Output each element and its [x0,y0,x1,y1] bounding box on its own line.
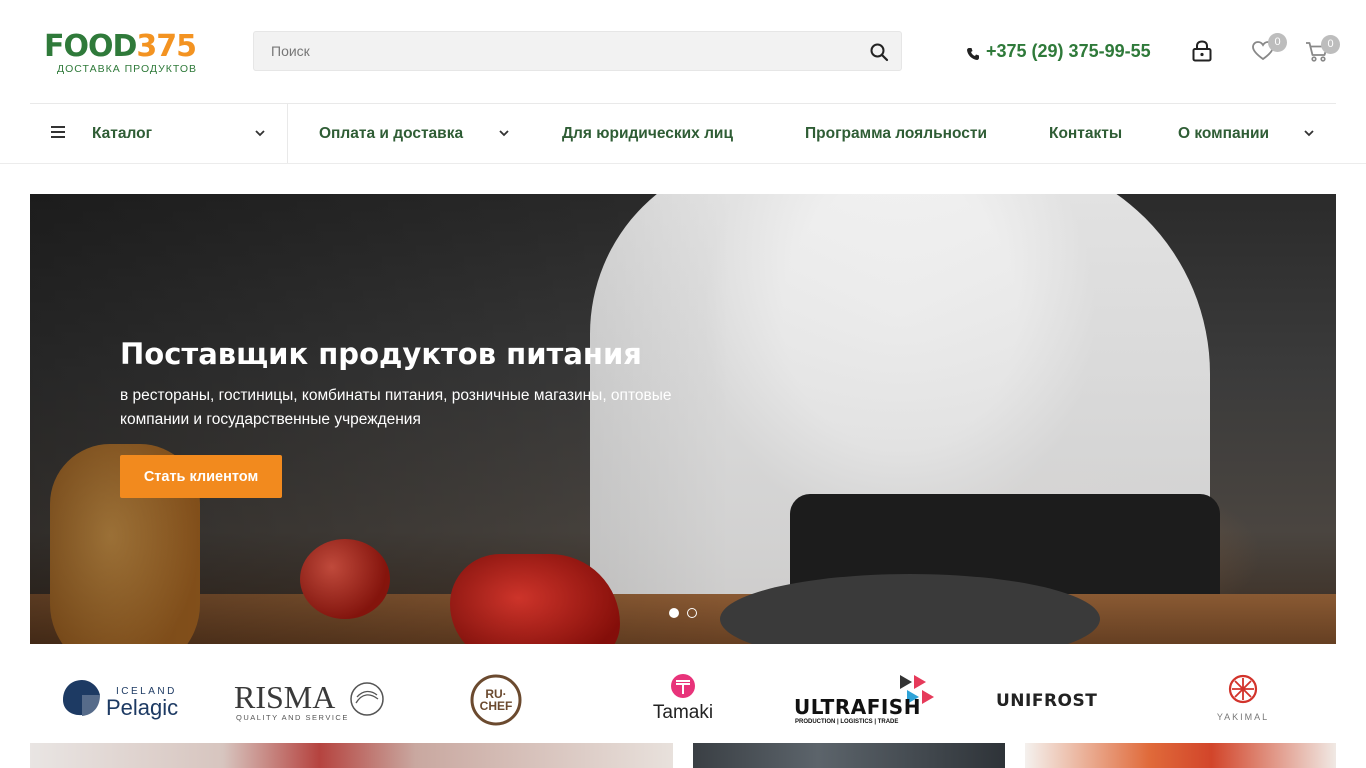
logo-text-main: FOOD [44,29,137,64]
brand-line1: UNIFROST [996,691,1097,711]
nav-item-label: О компании [1178,124,1270,142]
become-client-button[interactable]: Стать клиентом [120,455,282,498]
brand-line2: PRODUCTION | LOGISTICS | TRADE [795,719,898,725]
main-navigation: Каталог Оплата и доставка Для юридически… [30,104,1336,163]
brand-line2: QUALITY AND SERVICE [236,713,349,722]
catalog-menu-button[interactable]: Каталог [30,104,288,163]
ultrafish-logo: ULTRAFISH PRODUCTION | LOGISTICS | TRADE [794,675,934,725]
brand-unifrost[interactable]: UNIFROST [994,660,1144,740]
logo-tagline: ДОСТАВКА ПРОДУКТОВ [57,63,198,75]
brand-line2: Pelagic [106,695,178,720]
ru-chef-logo: RU· CHEF [470,674,522,726]
category-card-caviar[interactable] [1025,743,1336,768]
brand-risma[interactable]: RISMA QUALITY AND SERVICE [230,660,390,740]
slider-dot-1[interactable] [669,608,679,618]
chevron-down-icon[interactable] [499,130,509,137]
lock-icon[interactable] [1189,38,1215,64]
iceland-pelagic-logo: ICELAND Pelagic [63,680,178,720]
nav-item-label: Контакты [1049,124,1123,142]
brands-carousel: ICELAND Pelagic RISMA QUALITY AND SERVIC… [30,660,1336,740]
brand-line2: CHEF [480,699,513,713]
search-box [253,31,902,71]
burger-menu-icon [51,126,65,138]
slider-pagination [669,608,697,619]
risma-logo: RISMA QUALITY AND SERVICE [234,679,384,722]
chevron-down-icon [255,130,265,137]
unifrost-logo: UNIFROST [996,691,1097,711]
brand-iceland-pelagic[interactable]: ICELAND Pelagic [60,660,190,740]
page: FOOD375 ДОСТАВКА ПРОДУКТОВ +375 (29) 375… [0,0,1366,768]
cart-count-badge: 0 [1321,35,1340,54]
category-card-meat[interactable] [30,743,673,768]
brand-line1: YAKIMAL [1217,712,1269,722]
chevron-down-icon[interactable] [1304,130,1314,137]
tamaki-logo: Tamaki [653,674,713,723]
nav-divider [0,163,1366,164]
logo-text-number: 375 [136,29,197,64]
brand-line1: Tamaki [653,702,713,723]
nav-item-payment-delivery[interactable]: Оплата и доставка [319,104,463,163]
site-logo[interactable]: FOOD375 ДОСТАВКА ПРОДУКТОВ [44,32,209,78]
category-card-seafood[interactable] [693,743,1005,768]
nav-item-about[interactable]: О компании [1178,104,1269,163]
yakimal-logo: YAKIMAL [1217,674,1269,722]
hero-title: Поставщик продуктов питания [120,337,642,371]
nav-item-label: Программа лояльности [805,124,987,142]
logo-wordmark: FOOD375 [44,32,209,62]
brand-line1: RISMA [234,679,335,715]
site-header: FOOD375 ДОСТАВКА ПРОДУКТОВ +375 (29) 375… [0,0,1366,103]
wishlist-count-badge: 0 [1268,33,1287,52]
hero-banner: Поставщик продуктов питания в рестораны,… [30,194,1336,644]
nav-item-legal-entities[interactable]: Для юридических лиц [562,104,733,163]
search-input[interactable] [254,32,854,70]
brand-ru-chef[interactable]: RU· CHEF [466,660,526,740]
nav-item-label: Оплата и доставка [319,124,464,142]
nav-item-label: Для юридических лиц [562,124,733,142]
header-phone[interactable]: +375 (29) 375-99-55 [966,38,1151,64]
nav-item-contacts[interactable]: Контакты [1049,104,1122,163]
slider-dot-2[interactable] [687,608,697,618]
brand-line1: ULTRAFISH [794,695,921,719]
brand-yakimal[interactable]: YAKIMAL [1208,660,1278,740]
nav-item-loyalty-program[interactable]: Программа лояльности [805,104,987,163]
brand-ultrafish[interactable]: ULTRAFISH PRODUCTION | LOGISTICS | TRADE [792,660,947,740]
brand-tamaki[interactable]: Tamaki [645,660,725,740]
catalog-label: Каталог [92,124,153,142]
phone-number: +375 (29) 375-99-55 [986,40,1151,61]
search-icon[interactable] [869,42,889,62]
phone-icon [967,48,979,60]
hero-subtitle: в рестораны, гостиницы, комбинаты питани… [120,387,672,428]
